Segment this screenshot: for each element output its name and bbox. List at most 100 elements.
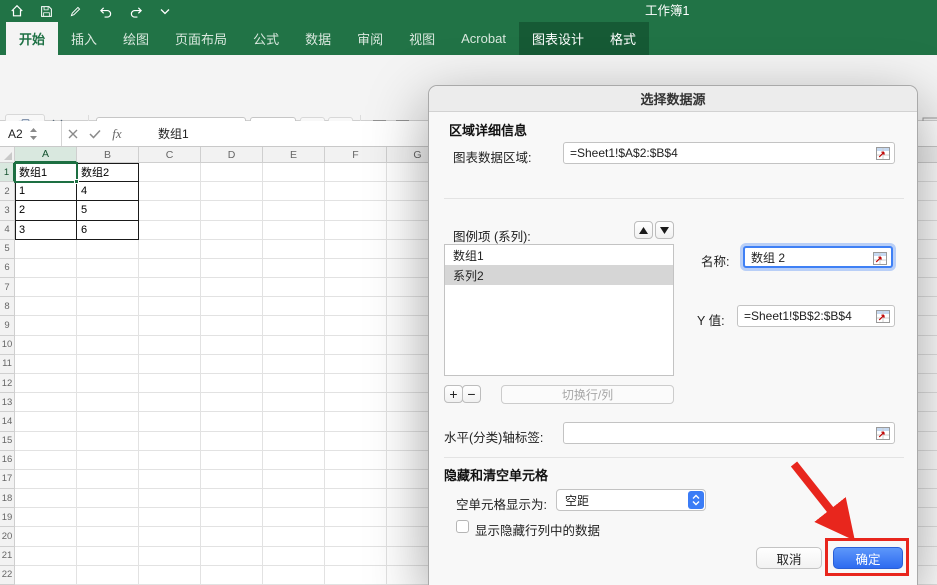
cell-B6[interactable] [77, 259, 139, 278]
chart-range-input[interactable]: =Sheet1!$A$2:$B$4 [563, 142, 895, 164]
cell-B2[interactable]: 4 [77, 182, 139, 201]
row-header-2[interactable]: 2 [0, 182, 15, 201]
cell-D21[interactable] [201, 547, 263, 566]
cell-A12[interactable] [15, 374, 77, 393]
range-picker-icon[interactable] [876, 427, 890, 440]
cell-C10[interactable] [139, 336, 201, 355]
empty-cells-select[interactable]: 空距 [556, 489, 706, 511]
column-header-A[interactable]: A [15, 147, 77, 163]
tab-插入[interactable]: 插入 [58, 22, 110, 55]
cell-A8[interactable] [15, 297, 77, 316]
row-header-17[interactable]: 17 [0, 470, 15, 489]
cell-F4[interactable] [325, 221, 387, 240]
row-header-8[interactable]: 8 [0, 297, 15, 316]
row-header-10[interactable]: 10 [0, 336, 15, 355]
column-header-F[interactable]: F [325, 147, 387, 163]
undo-icon[interactable] [98, 5, 113, 18]
edit-icon[interactable] [69, 5, 82, 18]
cell-C22[interactable] [139, 566, 201, 585]
cell-D12[interactable] [201, 374, 263, 393]
row-header-7[interactable]: 7 [0, 278, 15, 297]
cell-A13[interactable] [15, 393, 77, 412]
tab-绘图[interactable]: 绘图 [110, 22, 162, 55]
cell-B12[interactable] [77, 374, 139, 393]
column-header-C[interactable]: C [139, 147, 201, 163]
cell-D22[interactable] [201, 566, 263, 585]
cell-A1[interactable]: 数组1 [15, 163, 77, 182]
row-header-15[interactable]: 15 [0, 432, 15, 451]
row-header-3[interactable]: 3 [0, 201, 15, 220]
cell-D7[interactable] [201, 278, 263, 297]
cell-A4[interactable]: 3 [15, 221, 77, 240]
cell-F8[interactable] [325, 297, 387, 316]
cell-E22[interactable] [263, 566, 325, 585]
cell-F10[interactable] [325, 336, 387, 355]
tab-格式[interactable]: 格式 [597, 22, 649, 55]
row-header-21[interactable]: 21 [0, 547, 15, 566]
cell-D10[interactable] [201, 336, 263, 355]
ok-button[interactable]: 确定 [833, 547, 903, 569]
switch-row-column-button[interactable]: 切换行/列 [501, 385, 674, 404]
row-header-20[interactable]: 20 [0, 527, 15, 546]
series-name-input[interactable]: 数组 2 [743, 246, 893, 268]
cell-D1[interactable] [201, 163, 263, 182]
cell-F12[interactable] [325, 374, 387, 393]
cell-C9[interactable] [139, 316, 201, 335]
save-icon[interactable] [40, 5, 53, 18]
tab-公式[interactable]: 公式 [240, 22, 292, 55]
cell-D9[interactable] [201, 316, 263, 335]
axis-labels-input[interactable] [563, 422, 895, 444]
cell-D13[interactable] [201, 393, 263, 412]
row-header-5[interactable]: 5 [0, 240, 15, 259]
confirm-entry-icon[interactable] [84, 121, 106, 146]
cell-D20[interactable] [201, 527, 263, 546]
cell-B9[interactable] [77, 316, 139, 335]
cell-C20[interactable] [139, 527, 201, 546]
cell-C6[interactable] [139, 259, 201, 278]
row-header-19[interactable]: 19 [0, 508, 15, 527]
cell-B7[interactable] [77, 278, 139, 297]
cell-E14[interactable] [263, 412, 325, 431]
cell-D16[interactable] [201, 451, 263, 470]
cell-A6[interactable] [15, 259, 77, 278]
cell-E5[interactable] [263, 240, 325, 259]
row-header-12[interactable]: 12 [0, 374, 15, 393]
cell-E21[interactable] [263, 547, 325, 566]
cell-B3[interactable]: 5 [77, 201, 139, 220]
tab-Acrobat[interactable]: Acrobat [448, 22, 519, 55]
cell-C4[interactable] [139, 221, 201, 240]
cell-A22[interactable] [15, 566, 77, 585]
cell-A11[interactable] [15, 355, 77, 374]
cell-D8[interactable] [201, 297, 263, 316]
cell-C21[interactable] [139, 547, 201, 566]
cancel-entry-icon[interactable] [62, 121, 84, 146]
cell-B20[interactable] [77, 527, 139, 546]
cell-B8[interactable] [77, 297, 139, 316]
cell-F7[interactable] [325, 278, 387, 297]
cell-E3[interactable] [263, 201, 325, 220]
cell-E19[interactable] [263, 508, 325, 527]
cell-C11[interactable] [139, 355, 201, 374]
cell-D14[interactable] [201, 412, 263, 431]
cell-E15[interactable] [263, 432, 325, 451]
cell-C14[interactable] [139, 412, 201, 431]
cell-B19[interactable] [77, 508, 139, 527]
range-picker-icon[interactable] [876, 310, 890, 323]
tab-页面布局[interactable]: 页面布局 [162, 22, 240, 55]
cell-F21[interactable] [325, 547, 387, 566]
cell-C13[interactable] [139, 393, 201, 412]
cell-C19[interactable] [139, 508, 201, 527]
cell-A10[interactable] [15, 336, 77, 355]
cell-F20[interactable] [325, 527, 387, 546]
cell-C1[interactable] [139, 163, 201, 182]
cell-E16[interactable] [263, 451, 325, 470]
name-box-stepper-icon[interactable] [29, 127, 38, 141]
cell-E6[interactable] [263, 259, 325, 278]
cell-C15[interactable] [139, 432, 201, 451]
cell-A7[interactable] [15, 278, 77, 297]
cell-B21[interactable] [77, 547, 139, 566]
column-header-E[interactable]: E [263, 147, 325, 163]
row-header-4[interactable]: 4 [0, 221, 15, 240]
row-header-18[interactable]: 18 [0, 489, 15, 508]
tab-数据[interactable]: 数据 [292, 22, 344, 55]
